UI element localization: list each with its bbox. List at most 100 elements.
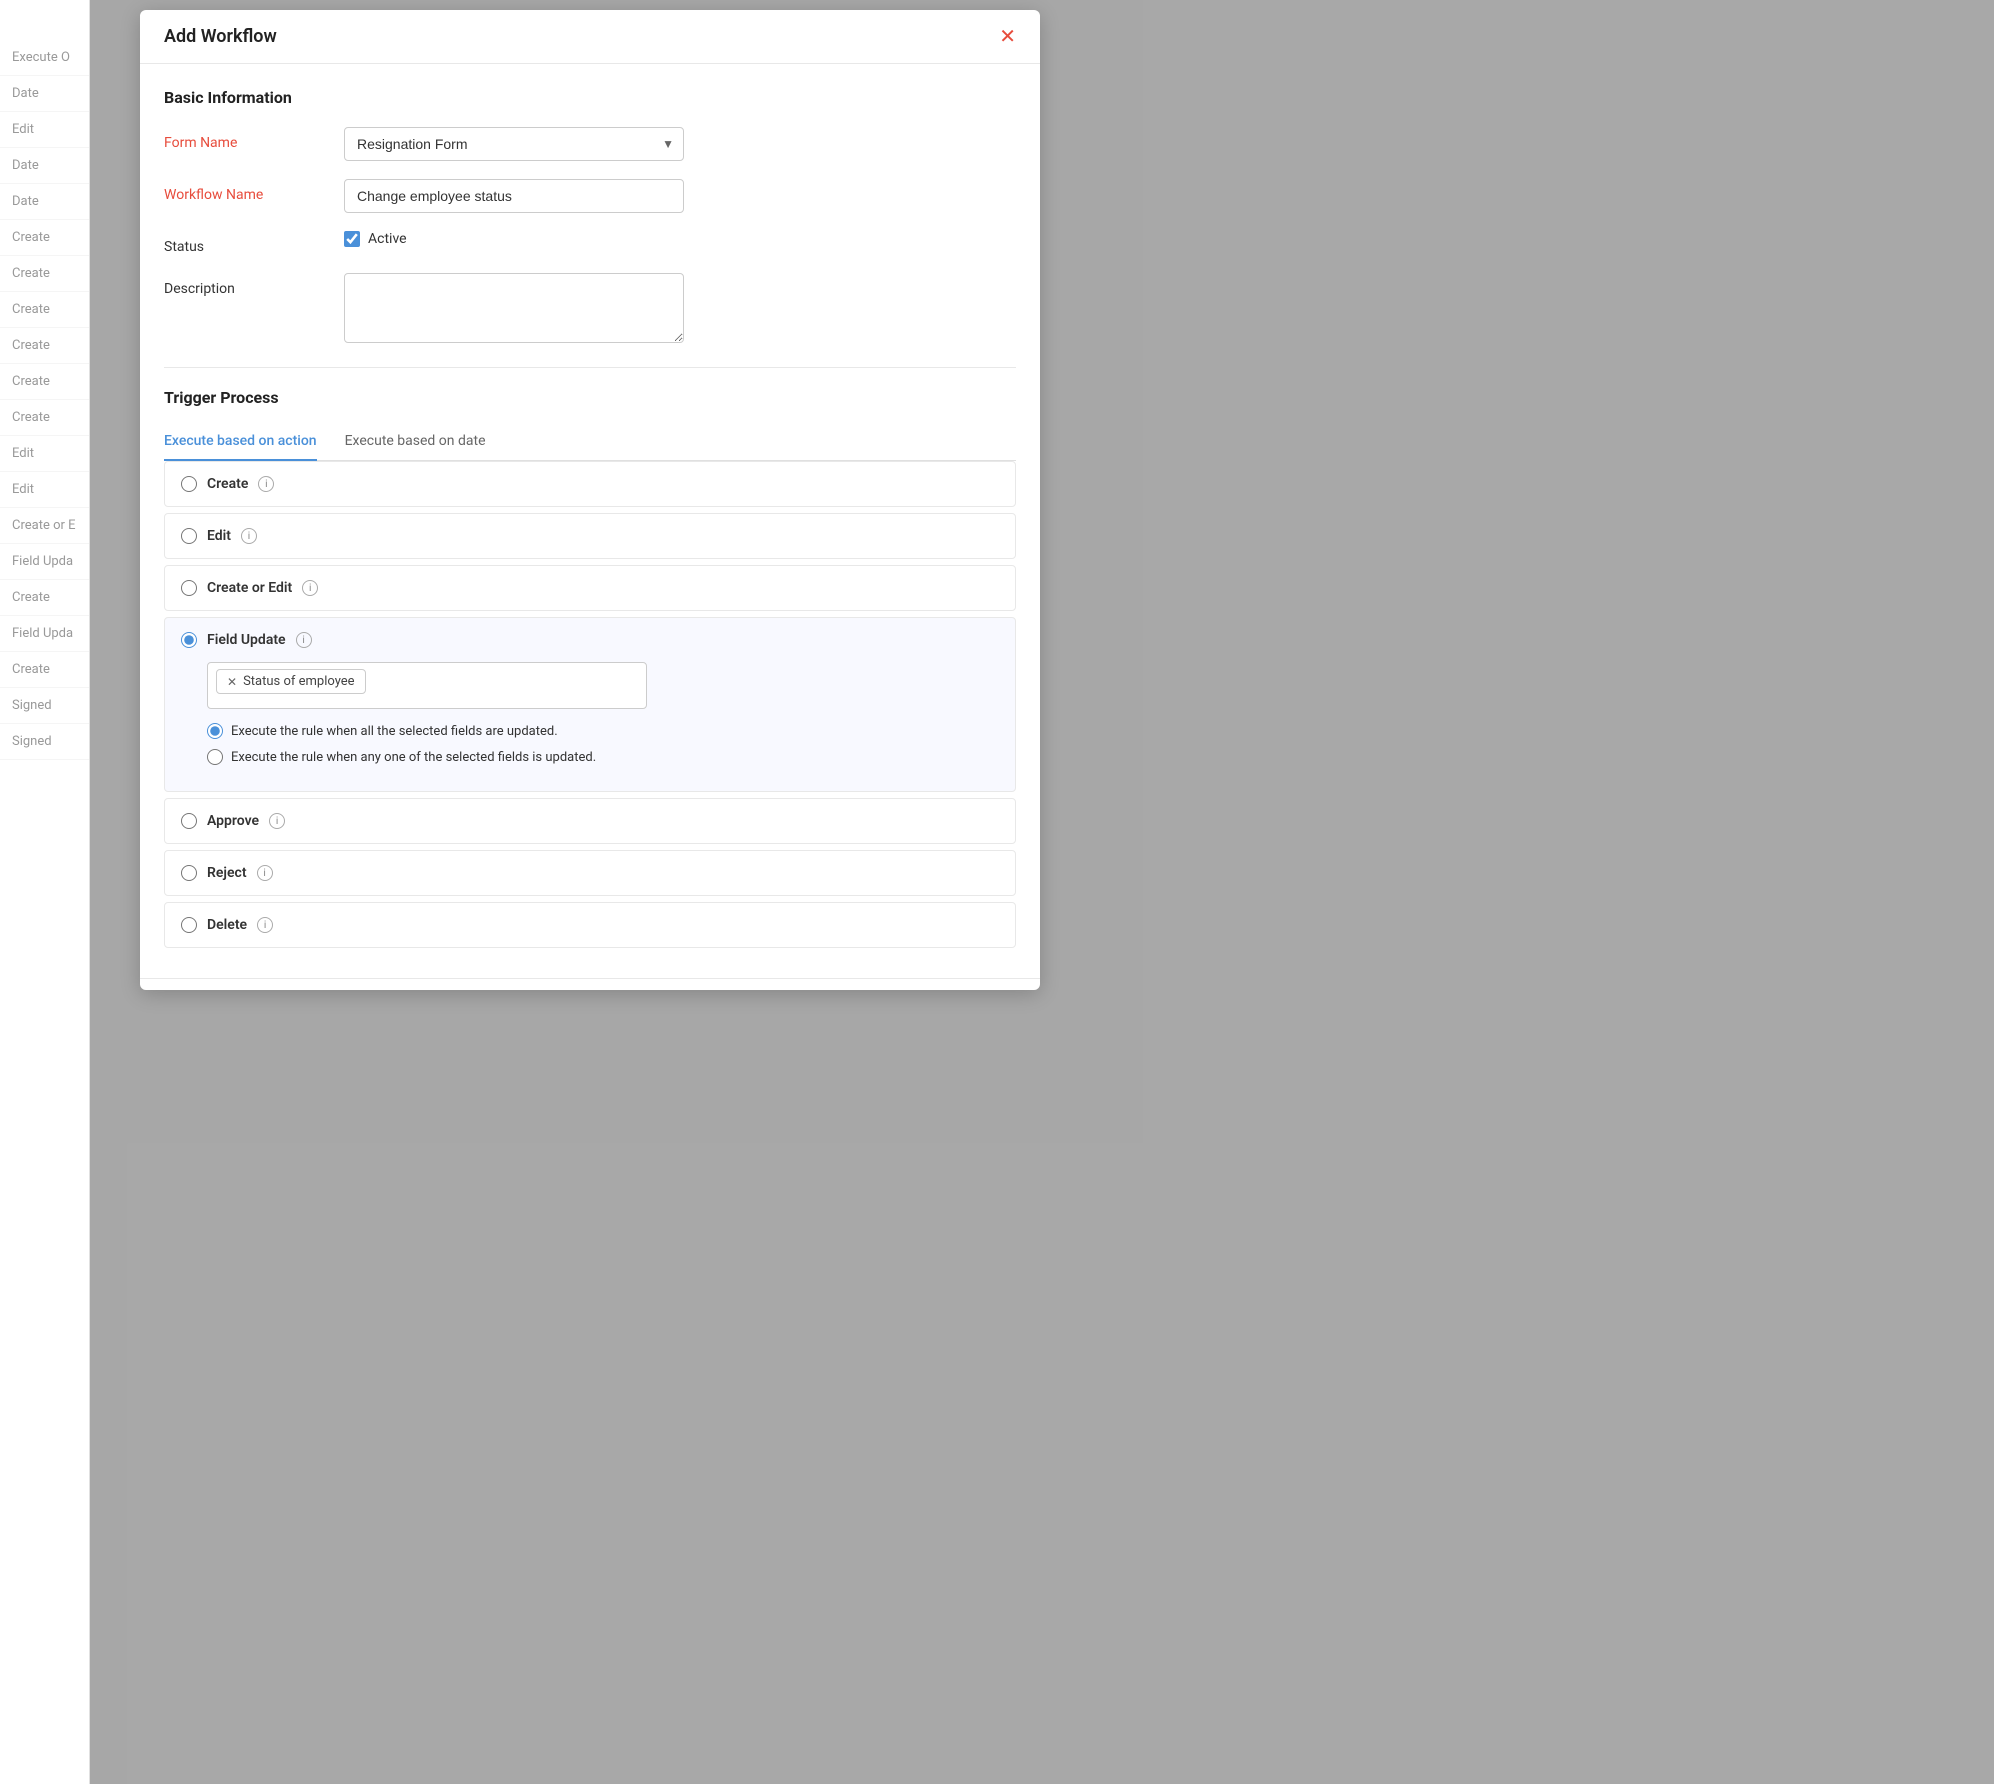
close-button[interactable]: ✕ (999, 27, 1016, 47)
trigger-approve-label: Approve (207, 813, 259, 829)
trigger-delete-radio[interactable] (181, 917, 197, 933)
divider (164, 367, 1016, 368)
trigger-option-reject: Reject i (164, 850, 1016, 896)
trigger-reject-label: Reject (207, 865, 247, 881)
trigger-option-delete: Delete i (164, 902, 1016, 948)
sidebar-item-4[interactable]: Date (0, 184, 89, 220)
sidebar-item-15[interactable]: Create (0, 580, 89, 616)
status-checkbox[interactable] (344, 231, 360, 247)
form-name-control: Resignation Form ▼ (344, 127, 684, 161)
sidebar-item-2[interactable]: Edit (0, 112, 89, 148)
trigger-create-or-edit-radio[interactable] (181, 580, 197, 596)
trigger-process-title: Trigger Process (164, 388, 1016, 407)
workflow-name-control (344, 179, 684, 213)
trigger-edit-radio[interactable] (181, 528, 197, 544)
description-row: Description (164, 273, 1016, 347)
description-control (344, 273, 684, 347)
field-update-content: ✕ Status of employee Execute the rule wh… (165, 662, 1015, 791)
rule-all-label: Execute the rule when all the selected f… (231, 724, 558, 739)
trigger-option-edit: Edit i (164, 513, 1016, 559)
sidebar: Execute O Date Edit Date Date Create Cre… (0, 0, 90, 1784)
trigger-option-field-update-header: Field Update i (165, 618, 1015, 662)
tab-execute-based-on-date[interactable]: Execute based on date (345, 423, 486, 461)
workflow-name-label: Workflow Name (164, 179, 344, 203)
modal-overlay: Add Workflow ✕ Basic Information Form Na… (90, 0, 1994, 1784)
sidebar-item-9[interactable]: Create (0, 364, 89, 400)
trigger-option-approve: Approve i (164, 798, 1016, 844)
trigger-create-radio[interactable] (181, 476, 197, 492)
sidebar-item-13[interactable]: Create or E (0, 508, 89, 544)
trigger-option-create-or-edit-header: Create or Edit i (165, 566, 1015, 610)
trigger-option-create: Create i (164, 461, 1016, 507)
sidebar-item-5[interactable]: Create (0, 220, 89, 256)
field-update-info-icon[interactable]: i (296, 632, 312, 648)
rule-any-radio[interactable] (207, 749, 223, 765)
rule-option-all: Execute the rule when all the selected f… (207, 723, 999, 739)
field-tag-label: Status of employee (243, 674, 354, 689)
sidebar-item-6[interactable]: Create (0, 256, 89, 292)
status-control: Active (344, 231, 684, 247)
trigger-edit-label: Edit (207, 528, 231, 544)
reject-info-icon[interactable]: i (257, 865, 273, 881)
edit-info-icon[interactable]: i (241, 528, 257, 544)
trigger-option-edit-header: Edit i (165, 514, 1015, 558)
modal-body: Basic Information Form Name Resignation … (140, 64, 1040, 978)
trigger-tabs: Execute based on action Execute based on… (164, 423, 1016, 461)
status-row: Status Active (164, 231, 1016, 255)
trigger-process-section: Trigger Process Execute based on action … (164, 388, 1016, 948)
description-input[interactable] (344, 273, 684, 343)
trigger-field-update-radio[interactable] (181, 632, 197, 648)
delete-info-icon[interactable]: i (257, 917, 273, 933)
sidebar-item-10[interactable]: Create (0, 400, 89, 436)
status-active-label: Active (368, 231, 407, 247)
description-label: Description (164, 273, 344, 297)
basic-info-section: Basic Information Form Name Resignation … (164, 88, 1016, 347)
sidebar-item-8[interactable]: Create (0, 328, 89, 364)
trigger-create-or-edit-label: Create or Edit (207, 580, 292, 596)
sidebar-item-7[interactable]: Create (0, 292, 89, 328)
modal-footer: Save Cancel (140, 978, 1040, 990)
sidebar-item-17[interactable]: Create (0, 652, 89, 688)
workflow-name-row: Workflow Name (164, 179, 1016, 213)
trigger-option-delete-header: Delete i (165, 903, 1015, 947)
rule-option-any: Execute the rule when any one of the sel… (207, 749, 999, 765)
form-name-label: Form Name (164, 127, 344, 151)
add-workflow-modal: Add Workflow ✕ Basic Information Form Na… (140, 10, 1040, 990)
trigger-reject-radio[interactable] (181, 865, 197, 881)
form-name-select-wrapper: Resignation Form ▼ (344, 127, 684, 161)
trigger-approve-radio[interactable] (181, 813, 197, 829)
tab-execute-based-on-action[interactable]: Execute based on action (164, 423, 317, 461)
sidebar-item-14[interactable]: Field Upda (0, 544, 89, 580)
field-input-area[interactable]: ✕ Status of employee (207, 662, 647, 709)
create-info-icon[interactable]: i (258, 476, 274, 492)
trigger-option-create-header: Create i (165, 462, 1015, 506)
modal-title: Add Workflow (164, 26, 277, 47)
sidebar-item-0[interactable]: Execute O (0, 40, 89, 76)
sidebar-item-3[interactable]: Date (0, 148, 89, 184)
trigger-option-create-or-edit: Create or Edit i (164, 565, 1016, 611)
rule-all-radio[interactable] (207, 723, 223, 739)
form-name-row: Form Name Resignation Form ▼ (164, 127, 1016, 161)
sidebar-item-18[interactable]: Signed (0, 688, 89, 724)
sidebar-item-1[interactable]: Date (0, 76, 89, 112)
trigger-delete-label: Delete (207, 917, 247, 933)
trigger-options: Create i Edit i (164, 461, 1016, 948)
form-name-select[interactable]: Resignation Form (344, 127, 684, 161)
field-tag-status-of-employee: ✕ Status of employee (216, 669, 366, 694)
sidebar-item-19[interactable]: Signed (0, 724, 89, 760)
field-tag-remove-icon[interactable]: ✕ (227, 675, 237, 689)
status-label: Status (164, 231, 344, 255)
trigger-field-update-label: Field Update (207, 632, 286, 648)
sidebar-item-12[interactable]: Edit (0, 472, 89, 508)
rule-options: Execute the rule when all the selected f… (207, 723, 999, 765)
trigger-option-field-update: Field Update i ✕ Status of employee (164, 617, 1016, 792)
sidebar-item-16[interactable]: Field Upda (0, 616, 89, 652)
approve-info-icon[interactable]: i (269, 813, 285, 829)
create-or-edit-info-icon[interactable]: i (302, 580, 318, 596)
workflow-name-input[interactable] (344, 179, 684, 213)
trigger-option-approve-header: Approve i (165, 799, 1015, 843)
basic-info-title: Basic Information (164, 88, 1016, 107)
rule-any-label: Execute the rule when any one of the sel… (231, 750, 596, 765)
modal-header: Add Workflow ✕ (140, 10, 1040, 64)
sidebar-item-11[interactable]: Edit (0, 436, 89, 472)
